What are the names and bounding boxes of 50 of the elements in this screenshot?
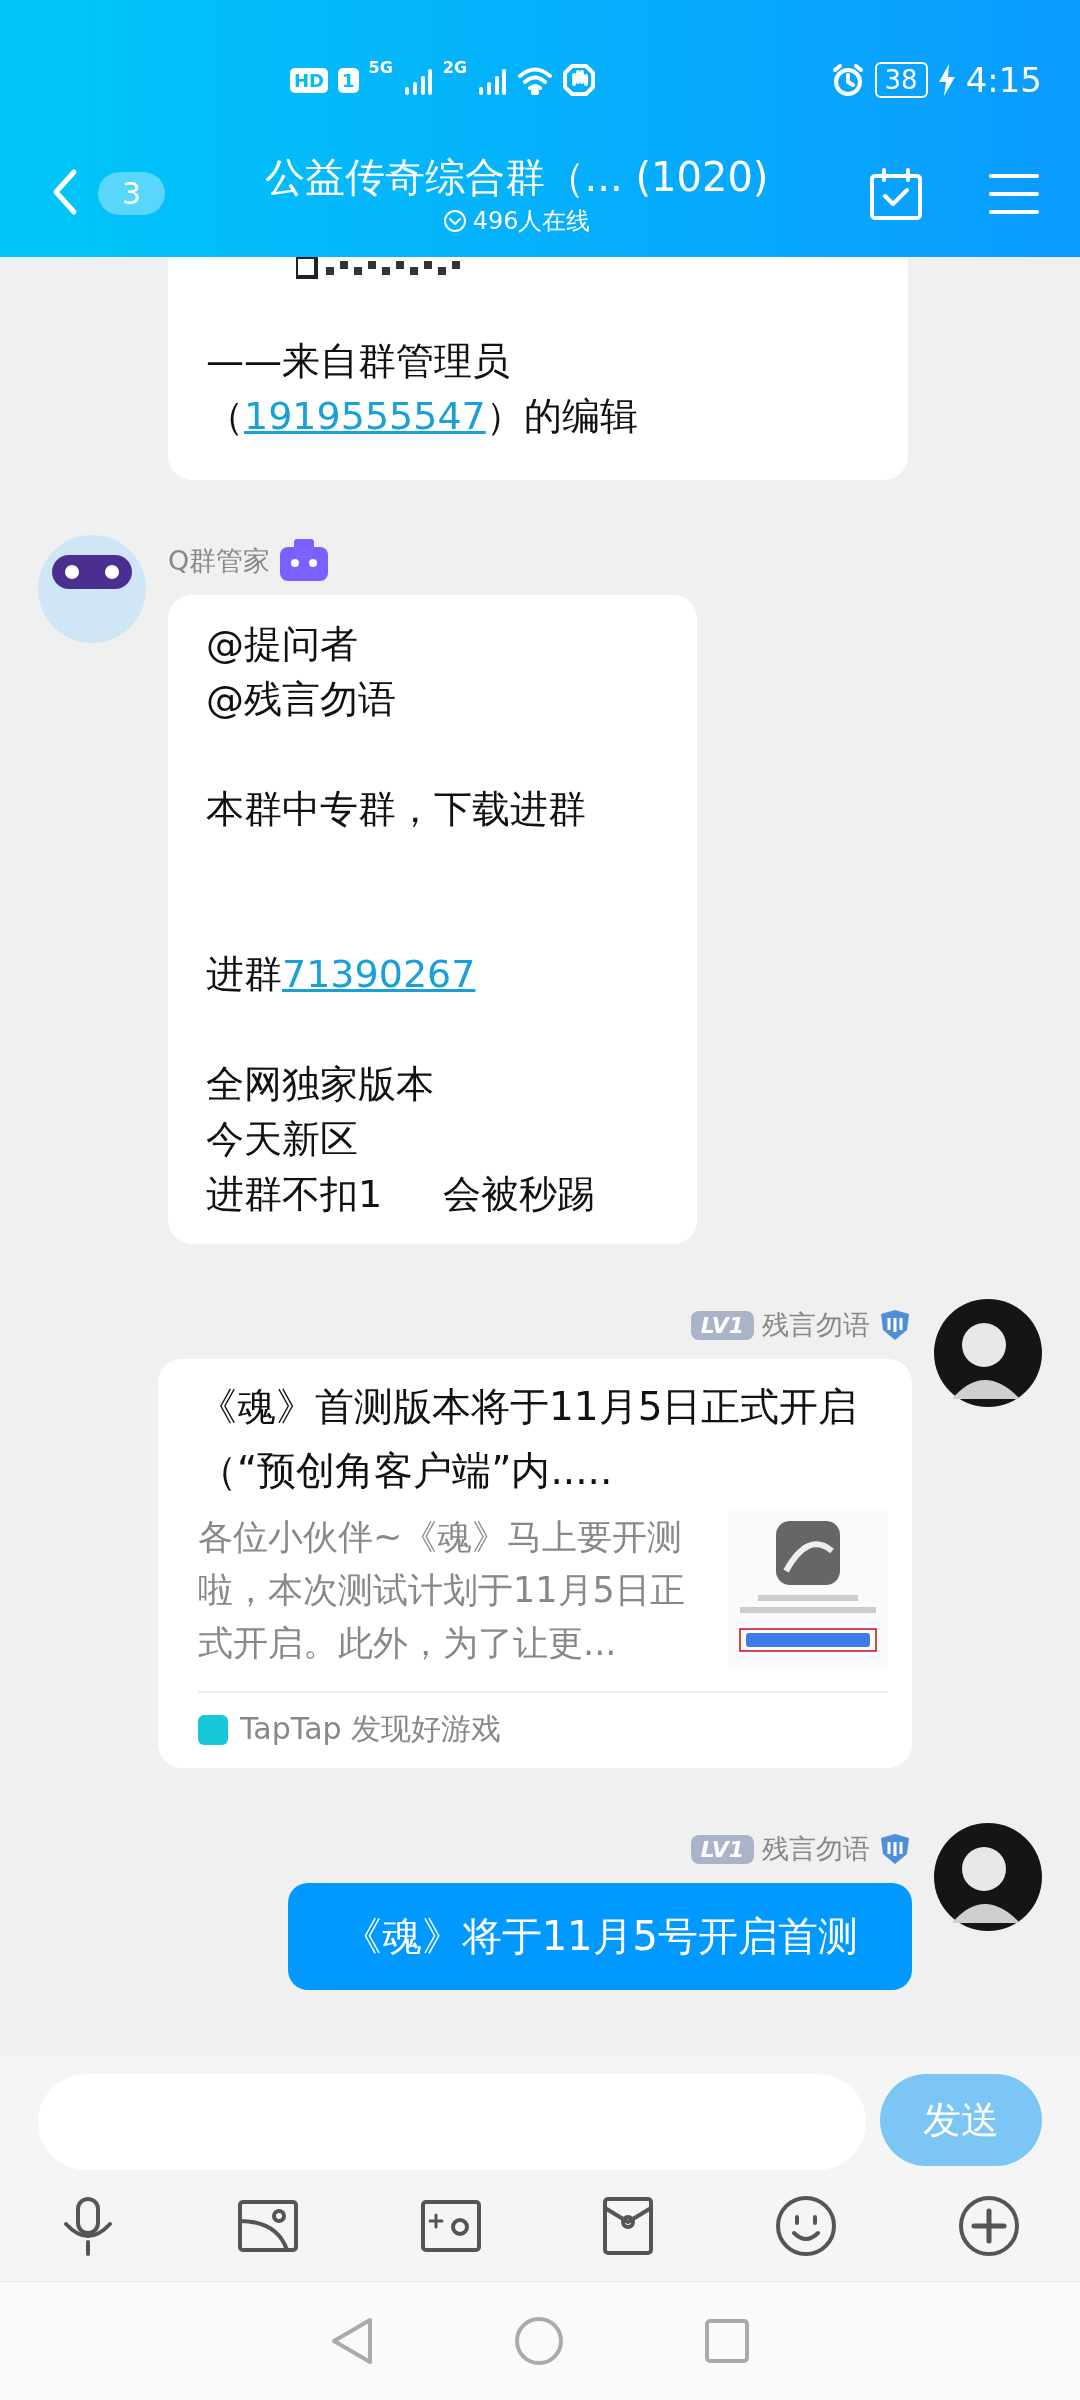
card-description: 各位小伙伴~《魂》马上要开测啦，本次测试计划于11月5日正式开启。此外，为了让更... [198,1516,686,1665]
network-label: 2G [442,58,468,77]
camera-icon[interactable] [419,2198,482,2253]
alarm-icon [830,63,865,97]
send-button[interactable]: 发送 [880,2074,1042,2166]
app-icon [198,1714,228,1745]
message-line: 进群71390267 [206,951,476,998]
link[interactable]: 71390267 [282,952,476,996]
charging-icon [937,64,956,96]
image-icon[interactable] [236,2198,299,2253]
message-line: 今天新区 [206,1116,358,1163]
hand-icon [563,64,596,96]
message-line: @残言勿语 [206,676,396,723]
chat-title: 公益传奇综合群（... (1020) [264,153,769,202]
message-line: ——来自群管理员 [206,338,510,385]
plus-icon[interactable] [958,2194,1020,2257]
user-avatar[interactable] [934,1299,1042,1407]
link-card[interactable]: 《魂》首测版本将于11月5日正式开启（“预创角客户端”内..... 各位小伙伴~《魂》马上要开测啦，本次测试计划于11月5日正式开启。此外，为了让更... TapTap 发现好游戏 [158,1359,912,1768]
sim-indicator: 1 [338,67,359,93]
online-count[interactable]: 496人在线 [442,205,591,237]
chevron-circle-icon [442,209,467,233]
unread-badge: 3 [98,172,166,215]
shield-icon [878,1832,912,1866]
sender-name: Q群管家 [168,544,271,578]
battery-level: 38 [874,62,928,98]
level-badge: LV1 [690,1310,754,1340]
card-title: 《魂》首测版本将于11月5日正式开启（“预创角客户端”内..... [198,1383,859,1495]
robot-avatar[interactable] [38,535,146,643]
shield-icon [878,1308,912,1342]
message-line: 本群中专群，下载进群 [206,786,586,833]
sender-name: 残言勿语 [762,1832,870,1866]
card-source: TapTap 发现好游戏 [240,1710,502,1748]
smiley-icon[interactable] [775,2194,838,2257]
hd-indicator: HD [290,67,328,93]
message-bubble: 《魂》将于11月5号开启首测 [287,1883,912,1990]
message-line: 全网独家版本 [206,1061,434,1108]
menu-icon[interactable] [988,171,1040,216]
level-badge: LV1 [690,1834,754,1864]
message-line: （1919555547）的编辑 [206,393,638,440]
sender-name: 残言勿语 [762,1308,870,1342]
network-label: 5G [368,58,393,77]
link[interactable]: 1919555547 [244,394,486,438]
message-line: @提问者 [206,621,358,668]
message-line: 进群不扣1 会被秒踢 [206,1171,595,1218]
clock: 4:15 [965,60,1042,100]
user-avatar[interactable] [934,1823,1042,1931]
calendar-check-icon[interactable] [868,165,924,222]
wifi-icon [517,65,554,95]
robot-icon [278,539,331,583]
envelope-icon[interactable] [602,2195,655,2256]
